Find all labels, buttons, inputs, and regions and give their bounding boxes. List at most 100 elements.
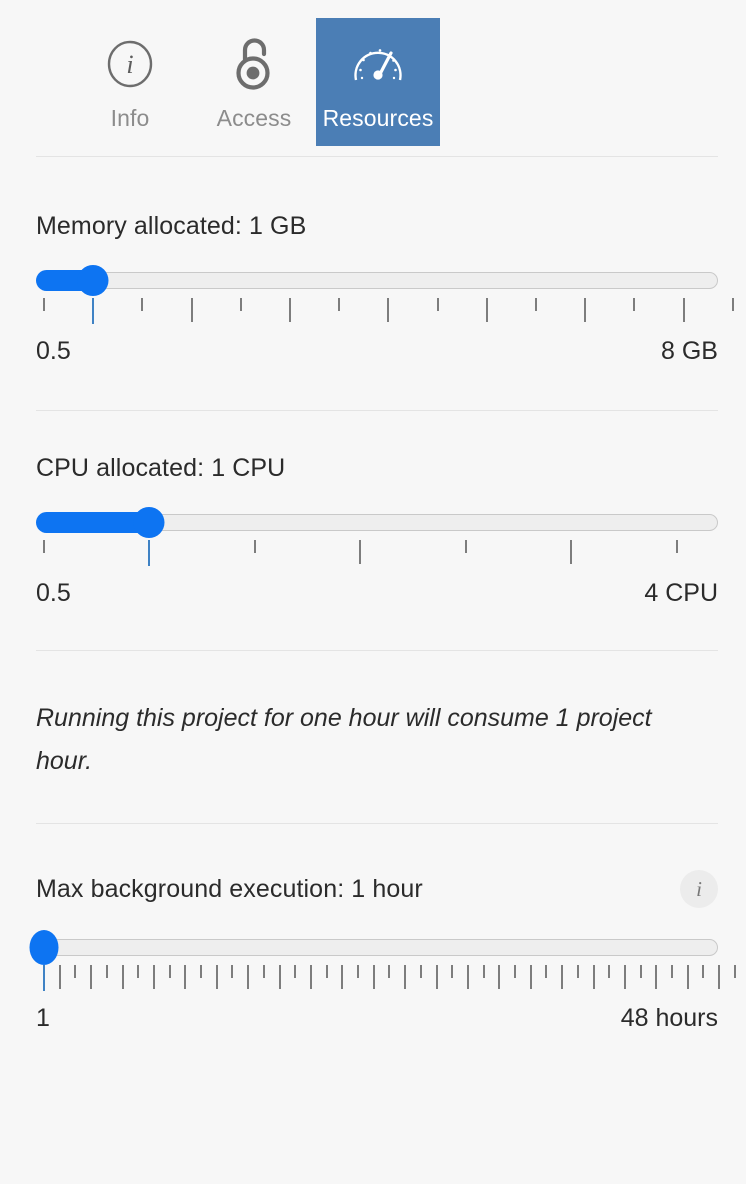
tick-mark [584, 298, 587, 322]
tick-mark [451, 965, 454, 978]
tick-mark [200, 965, 203, 978]
tick-mark [387, 298, 390, 322]
tick-mark [357, 965, 360, 978]
tab-info[interactable]: i Info [68, 18, 192, 146]
tick-mark [43, 298, 45, 311]
memory-slider[interactable] [36, 263, 718, 297]
background-execution-title-row: Max background execution: 1 hour i [36, 870, 718, 908]
tick-mark [655, 965, 658, 989]
cpu-min-label: 0.5 [36, 579, 71, 607]
svg-text:i: i [126, 50, 133, 79]
tick-mark [592, 965, 595, 989]
tick-mark [105, 965, 108, 978]
tab-access-label: Access [216, 105, 292, 131]
tick-mark [253, 540, 256, 553]
tick-mark [419, 965, 422, 978]
tick-mark [309, 965, 312, 989]
info-circle-icon: i [104, 36, 156, 92]
background-execution-section: Max background execution: 1 hour i 1 48 … [0, 870, 746, 1033]
tick-mark [675, 540, 678, 553]
tick-mark [464, 540, 467, 553]
tick-mark [58, 965, 61, 989]
cpu-section: CPU allocated: 1 CPU 0.5 4 CPU [0, 453, 746, 608]
tick-mark [325, 965, 328, 978]
tick-mark [148, 540, 151, 566]
gauge-speedometer-icon [350, 36, 406, 92]
tick-mark [639, 965, 642, 978]
tick-mark [529, 965, 532, 989]
tick-mark [168, 965, 171, 978]
tab-info-label: Info [110, 105, 150, 131]
tab-bar: i Info Access Resources [0, 0, 746, 156]
tick-mark [718, 965, 721, 989]
tick-mark [184, 965, 187, 989]
background-execution-title: Max background execution: 1 hour [36, 875, 423, 903]
tab-access[interactable]: Access [192, 18, 316, 146]
tick-mark [731, 298, 734, 311]
tick-mark [190, 298, 193, 322]
tick-mark [262, 965, 265, 978]
tick-mark [278, 965, 281, 989]
memory-max-label: 8 GB [661, 337, 718, 365]
tick-mark [682, 298, 685, 322]
tick-mark [74, 965, 77, 978]
tick-mark [702, 965, 705, 978]
tick-mark [247, 965, 250, 989]
cpu-slider-ticks [36, 540, 718, 566]
tick-mark [561, 965, 564, 989]
memory-min-label: 0.5 [36, 337, 71, 365]
cpu-max-label: 4 CPU [644, 579, 718, 607]
tick-mark [498, 965, 501, 989]
background-execution-min-label: 1 [36, 1004, 50, 1032]
tick-mark [576, 965, 579, 978]
tick-mark [289, 298, 291, 322]
memory-range-labels: 0.5 8 GB [36, 336, 718, 366]
tick-mark [215, 965, 218, 989]
resources-panel: i Info Access Resources Memory allocated… [0, 0, 746, 1184]
background-execution-range-labels: 1 48 hours [36, 1003, 718, 1033]
tick-mark [570, 540, 573, 564]
tick-mark [92, 298, 95, 324]
tick-mark [545, 965, 548, 978]
open-padlock-icon [228, 36, 280, 92]
tick-mark [239, 298, 242, 311]
tick-mark [137, 965, 140, 978]
project-hour-note: Running this project for one hour will c… [36, 704, 652, 775]
background-execution-slider-track[interactable] [44, 939, 718, 956]
background-execution-slider-thumb[interactable] [29, 930, 59, 965]
tick-mark [535, 298, 537, 311]
background-execution-slider-ticks [36, 965, 736, 991]
tick-mark [482, 965, 485, 978]
tick-mark [608, 965, 611, 978]
tick-mark [338, 298, 341, 311]
tick-mark [141, 298, 144, 311]
memory-slider-track[interactable] [44, 272, 718, 289]
tick-mark [294, 965, 297, 978]
cpu-range-labels: 0.5 4 CPU [36, 578, 718, 608]
background-execution-max-label: 48 hours [620, 1004, 718, 1032]
cpu-slider[interactable] [36, 505, 718, 539]
tick-mark [372, 965, 375, 989]
memory-section: Memory allocated: 1 GB 0.5 8 GB [0, 211, 746, 366]
tick-mark [388, 965, 391, 978]
tab-resources[interactable]: Resources [316, 18, 440, 146]
tick-mark [43, 540, 45, 553]
tick-mark [514, 965, 517, 978]
cpu-slider-fill [36, 512, 150, 533]
background-execution-slider[interactable] [29, 930, 718, 965]
tick-mark [623, 965, 626, 989]
cpu-title: CPU allocated: 1 CPU [36, 454, 286, 482]
tick-mark [671, 965, 674, 978]
info-icon[interactable]: i [680, 870, 718, 908]
memory-title: Memory allocated: 1 GB [36, 212, 307, 240]
tab-resources-label: Resources [322, 105, 434, 131]
tick-mark [436, 298, 439, 311]
tick-mark [121, 965, 124, 989]
tick-mark [686, 965, 689, 989]
tick-mark [43, 965, 45, 991]
cpu-slider-thumb[interactable] [133, 507, 165, 538]
memory-slider-thumb[interactable] [77, 265, 109, 296]
tick-mark [633, 298, 636, 311]
tick-mark [231, 965, 234, 978]
tick-mark [466, 965, 469, 989]
